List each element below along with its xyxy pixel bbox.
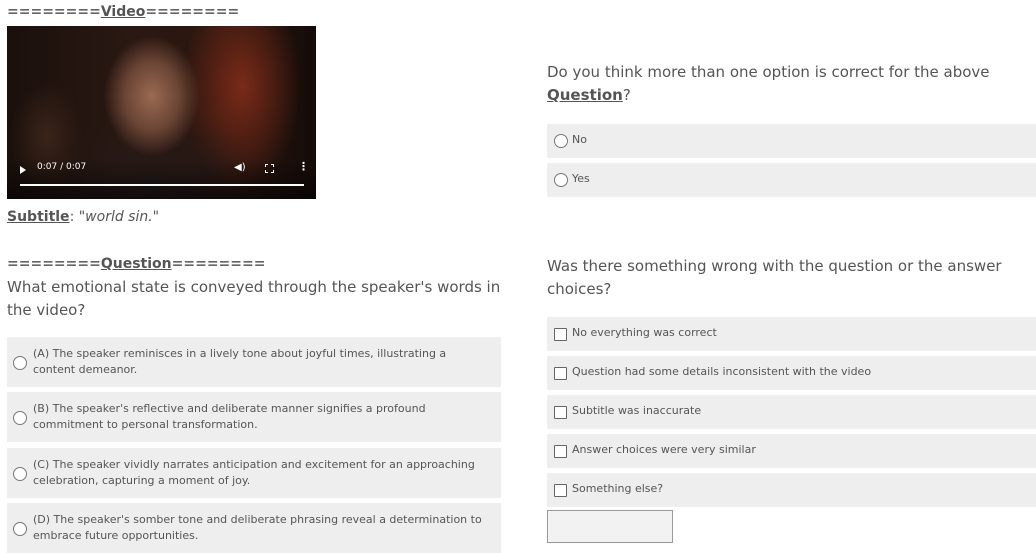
radio-no[interactable] — [554, 134, 568, 148]
question-header-label: Question — [100, 256, 172, 272]
wrong-option-none[interactable]: No everything was correct — [547, 317, 1036, 351]
checkbox-inconsistent[interactable] — [554, 367, 567, 380]
wrong-option-label: Something else? — [572, 482, 664, 495]
multi-option-label: Yes — [572, 172, 590, 185]
radio-yes[interactable] — [554, 173, 568, 187]
video-progress-fill — [20, 184, 304, 186]
subtitle-label: Subtitle — [7, 209, 70, 225]
multi-option-label: No — [572, 133, 587, 146]
subtitle-text: "world sin." — [78, 209, 160, 225]
play-icon[interactable] — [20, 166, 26, 174]
fullscreen-icon[interactable] — [265, 164, 274, 173]
video-progress-bar[interactable] — [20, 184, 304, 186]
radio-option-c[interactable] — [13, 467, 27, 481]
checkbox-similar[interactable] — [554, 445, 567, 458]
wrong-option-label: No everything was correct — [572, 326, 717, 339]
wrong-option-label: Answer choices were very similar — [572, 443, 756, 456]
checkbox-subtitle[interactable] — [554, 406, 567, 419]
radio-option-d[interactable] — [13, 522, 27, 536]
checkbox-else[interactable] — [554, 484, 567, 497]
answer-option-label: (D) The speaker's somber tone and delibe… — [33, 513, 482, 542]
wrong-question: Was there something wrong with the quest… — [547, 257, 1002, 298]
wrong-option-similar[interactable]: Answer choices were very similar — [547, 434, 1036, 468]
answer-option-label: (A) The speaker reminisces in a lively t… — [33, 347, 447, 376]
video-time: 0:07 / 0:07 — [37, 162, 87, 172]
answer-option-d[interactable]: (D) The speaker's somber tone and delibe… — [7, 503, 501, 553]
question-text: What emotional state is conveyed through… — [7, 278, 501, 319]
answer-option-b[interactable]: (B) The speaker's reflective and deliber… — [7, 392, 501, 442]
video-player[interactable]: 0:07 / 0:07 ◀) ⋮ — [7, 26, 316, 199]
multi-correct-question: Do you think more than one option is cor… — [547, 63, 990, 104]
question-link: Question — [547, 86, 623, 104]
video-header-label: Video — [100, 4, 146, 20]
wrong-option-inconsistent[interactable]: Question had some details inconsistent w… — [547, 356, 1036, 390]
video-header: ========Video======== — [7, 4, 240, 20]
question-header: ========Question======== — [7, 256, 266, 272]
answer-option-a[interactable]: (A) The speaker reminisces in a lively t… — [7, 337, 501, 387]
radio-option-a[interactable] — [13, 356, 27, 370]
something-else-input[interactable] — [547, 510, 673, 543]
answer-option-c[interactable]: (C) The speaker vividly narrates anticip… — [7, 448, 501, 498]
answer-option-label: (B) The speaker's reflective and deliber… — [33, 402, 426, 431]
subtitle-line: Subtitle: "world sin." — [7, 209, 160, 225]
multi-option-yes[interactable]: Yes — [547, 163, 1036, 197]
multi-option-no[interactable]: No — [547, 124, 1036, 158]
wrong-option-label: Question had some details inconsistent w… — [572, 365, 872, 378]
checkbox-none[interactable] — [554, 328, 567, 341]
wrong-option-else[interactable]: Something else? — [547, 473, 1036, 507]
wrong-option-subtitle[interactable]: Subtitle was inaccurate — [547, 395, 1036, 429]
more-options-icon[interactable]: ⋮ — [298, 161, 309, 172]
radio-option-b[interactable] — [13, 411, 27, 425]
volume-icon[interactable]: ◀) — [234, 163, 246, 173]
answer-option-label: (C) The speaker vividly narrates anticip… — [33, 458, 475, 487]
wrong-option-label: Subtitle was inaccurate — [572, 404, 702, 417]
